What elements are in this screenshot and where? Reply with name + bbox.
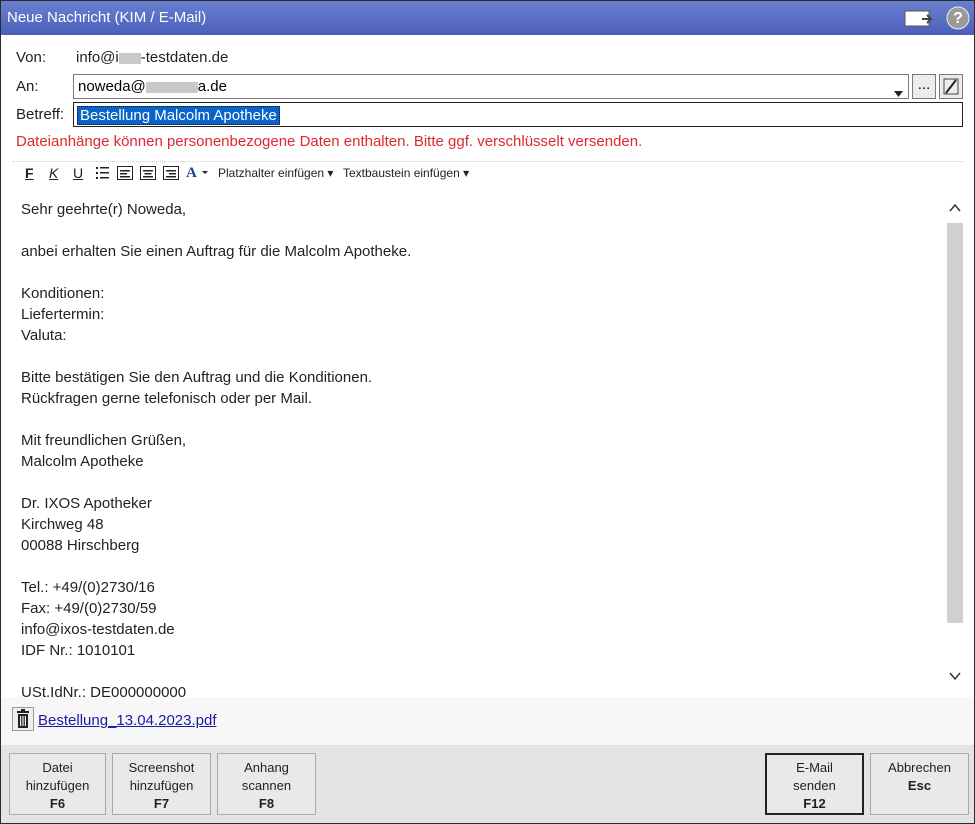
button-label: Datei xyxy=(42,760,73,775)
button-shortcut: F12 xyxy=(803,796,826,811)
bold-button[interactable]: F xyxy=(25,165,34,181)
add-file-button[interactable]: Datei hinzufügen F6 xyxy=(9,753,106,815)
edit-recipient-button[interactable] xyxy=(939,74,963,99)
title-bar: Neue Nachricht (KIM / E-Mail) ? xyxy=(1,1,974,35)
button-label: Abbrechen xyxy=(888,760,951,775)
scrollbar-thumb[interactable] xyxy=(947,223,963,623)
bullet-list-icon[interactable] xyxy=(95,166,111,183)
body-line: Bitte bestätigen Sie den Auftrag und die… xyxy=(21,369,373,386)
window-title: Neue Nachricht (KIM / E-Mail) xyxy=(7,9,207,26)
button-label: senden xyxy=(793,778,836,793)
body-line: 00088 Hirschberg xyxy=(21,537,140,554)
body-line: USt.IdNr.: DE000000000 xyxy=(21,684,187,697)
body-line: anbei erhalten Sie einen Auftrag für die… xyxy=(21,243,412,260)
body-line: Kirchweg 48 xyxy=(21,516,104,533)
attachment-link[interactable]: Bestellung_13.04.2023.pdf xyxy=(38,712,216,729)
subject-field[interactable]: Bestellung Malcolm Apotheke xyxy=(73,102,963,127)
scroll-up-icon[interactable] xyxy=(948,201,962,219)
chevron-down-icon: ▾ xyxy=(327,166,334,180)
body-line: Liefertermin: xyxy=(21,306,105,323)
from-value: info@i -testdaten.de xyxy=(76,49,229,66)
delete-attachment-button[interactable] xyxy=(12,707,34,731)
button-label: hinzufügen xyxy=(129,778,194,793)
formatting-toolbar: F K U A Platzhalter einfügen ▾ Textbaust… xyxy=(13,161,963,186)
window-toggle-icon[interactable] xyxy=(904,7,934,34)
help-icon[interactable]: ? xyxy=(946,6,970,35)
body-line: Sehr geehrte(r) Noweda, xyxy=(21,201,187,218)
chevron-down-icon: ▾ xyxy=(463,166,470,180)
button-label: Anhang xyxy=(244,760,289,775)
button-shortcut: F6 xyxy=(49,796,66,811)
attachment-warning: Dateianhänge können personenbezogene Dat… xyxy=(16,133,643,150)
italic-button[interactable]: K xyxy=(49,165,58,181)
scroll-down-icon[interactable] xyxy=(948,669,962,687)
font-color-icon[interactable]: A xyxy=(186,163,212,184)
subject-label: Betreff: xyxy=(16,106,65,123)
dropdown-arrow-icon[interactable] xyxy=(894,84,903,101)
body-line: Malcolm Apotheke xyxy=(21,453,144,470)
subject-value: Bestellung Malcolm Apotheke xyxy=(77,106,280,125)
pencil-off-icon xyxy=(940,78,962,102)
placeholder-dropdown[interactable]: Platzhalter einfügen ▾ xyxy=(218,166,333,180)
align-left-icon[interactable] xyxy=(117,166,133,183)
body-line: Konditionen: xyxy=(21,285,105,302)
svg-text:?: ? xyxy=(953,10,963,27)
email-window: Neue Nachricht (KIM / E-Mail) ? Von: inf… xyxy=(0,0,975,824)
body-line: info@ixos-testdaten.de xyxy=(21,621,175,638)
body-line: Tel.: +49/(0)2730/16 xyxy=(21,579,155,596)
body-line: Rückfragen gerne telefonisch oder per Ma… xyxy=(21,390,312,407)
scan-attachment-button[interactable]: Anhang scannen F8 xyxy=(217,753,316,815)
button-shortcut: Esc xyxy=(907,778,932,793)
to-field[interactable]: noweda@ a.de xyxy=(73,74,909,99)
align-center-icon[interactable] xyxy=(140,166,156,183)
message-body-editor[interactable]: Sehr geehrte(r) Noweda, anbei erhalten Si… xyxy=(13,189,963,697)
textblock-dropdown[interactable]: Textbaustein einfügen ▾ xyxy=(343,166,469,180)
body-line: Fax: +49/(0)2730/59 xyxy=(21,600,157,617)
body-line: Valuta: xyxy=(21,327,67,344)
browse-contacts-button[interactable]: ... xyxy=(912,74,936,99)
svg-text:A: A xyxy=(186,165,197,181)
to-label: An: xyxy=(16,78,39,95)
underline-button[interactable]: U xyxy=(73,165,83,181)
button-label: Screenshot xyxy=(128,760,195,775)
trash-icon xyxy=(13,709,33,734)
button-label: scannen xyxy=(241,778,292,793)
to-value: noweda@ a.de xyxy=(78,78,227,95)
add-screenshot-button[interactable]: Screenshot hinzufügen F7 xyxy=(112,753,211,815)
textblock-label: Textbaustein einfügen xyxy=(343,166,460,180)
body-line: Mit freundlichen Grüßen, xyxy=(21,432,187,449)
button-shortcut: F8 xyxy=(258,796,275,811)
placeholder-label: Platzhalter einfügen xyxy=(218,166,325,180)
button-shortcut: F7 xyxy=(153,796,170,811)
send-email-button[interactable]: E-Mail senden F12 xyxy=(765,753,864,815)
cancel-button[interactable]: Abbrechen Esc xyxy=(870,753,969,815)
from-label: Von: xyxy=(16,49,47,66)
align-right-icon[interactable] xyxy=(163,166,179,183)
button-label: E-Mail xyxy=(796,760,833,775)
body-line: IDF Nr.: 1010101 xyxy=(21,642,136,659)
button-label: hinzufügen xyxy=(25,778,90,793)
body-line: Dr. IXOS Apotheker xyxy=(21,495,152,512)
